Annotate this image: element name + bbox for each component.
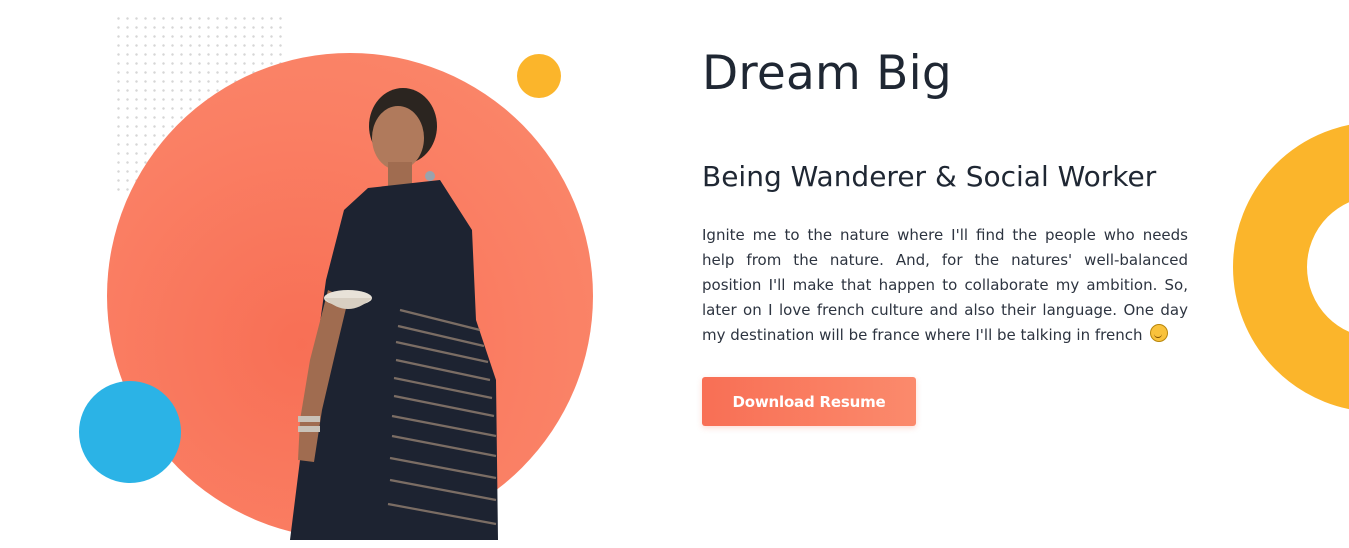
about-content: Dream Big Being Wanderer & Social Worker…: [702, 44, 1188, 426]
page-title: Dream Big: [702, 46, 952, 101]
about-section: Dream Big Being Wanderer & Social Worker…: [0, 0, 1349, 548]
blue-dot-decoration: [79, 381, 181, 483]
download-resume-button[interactable]: Download Resume: [702, 377, 916, 426]
smiling-face-emoji-icon: [1150, 324, 1169, 342]
page-subtitle: Being Wanderer & Social Worker: [702, 160, 1157, 193]
bio-paragraph: Ignite me to the nature where I'll find …: [702, 223, 1188, 348]
yellow-dot-decoration: [517, 54, 561, 98]
profile-photo: [240, 80, 520, 540]
bio-text: Ignite me to the nature where I'll find …: [702, 226, 1188, 344]
yellow-ring-decoration: [1233, 122, 1349, 412]
